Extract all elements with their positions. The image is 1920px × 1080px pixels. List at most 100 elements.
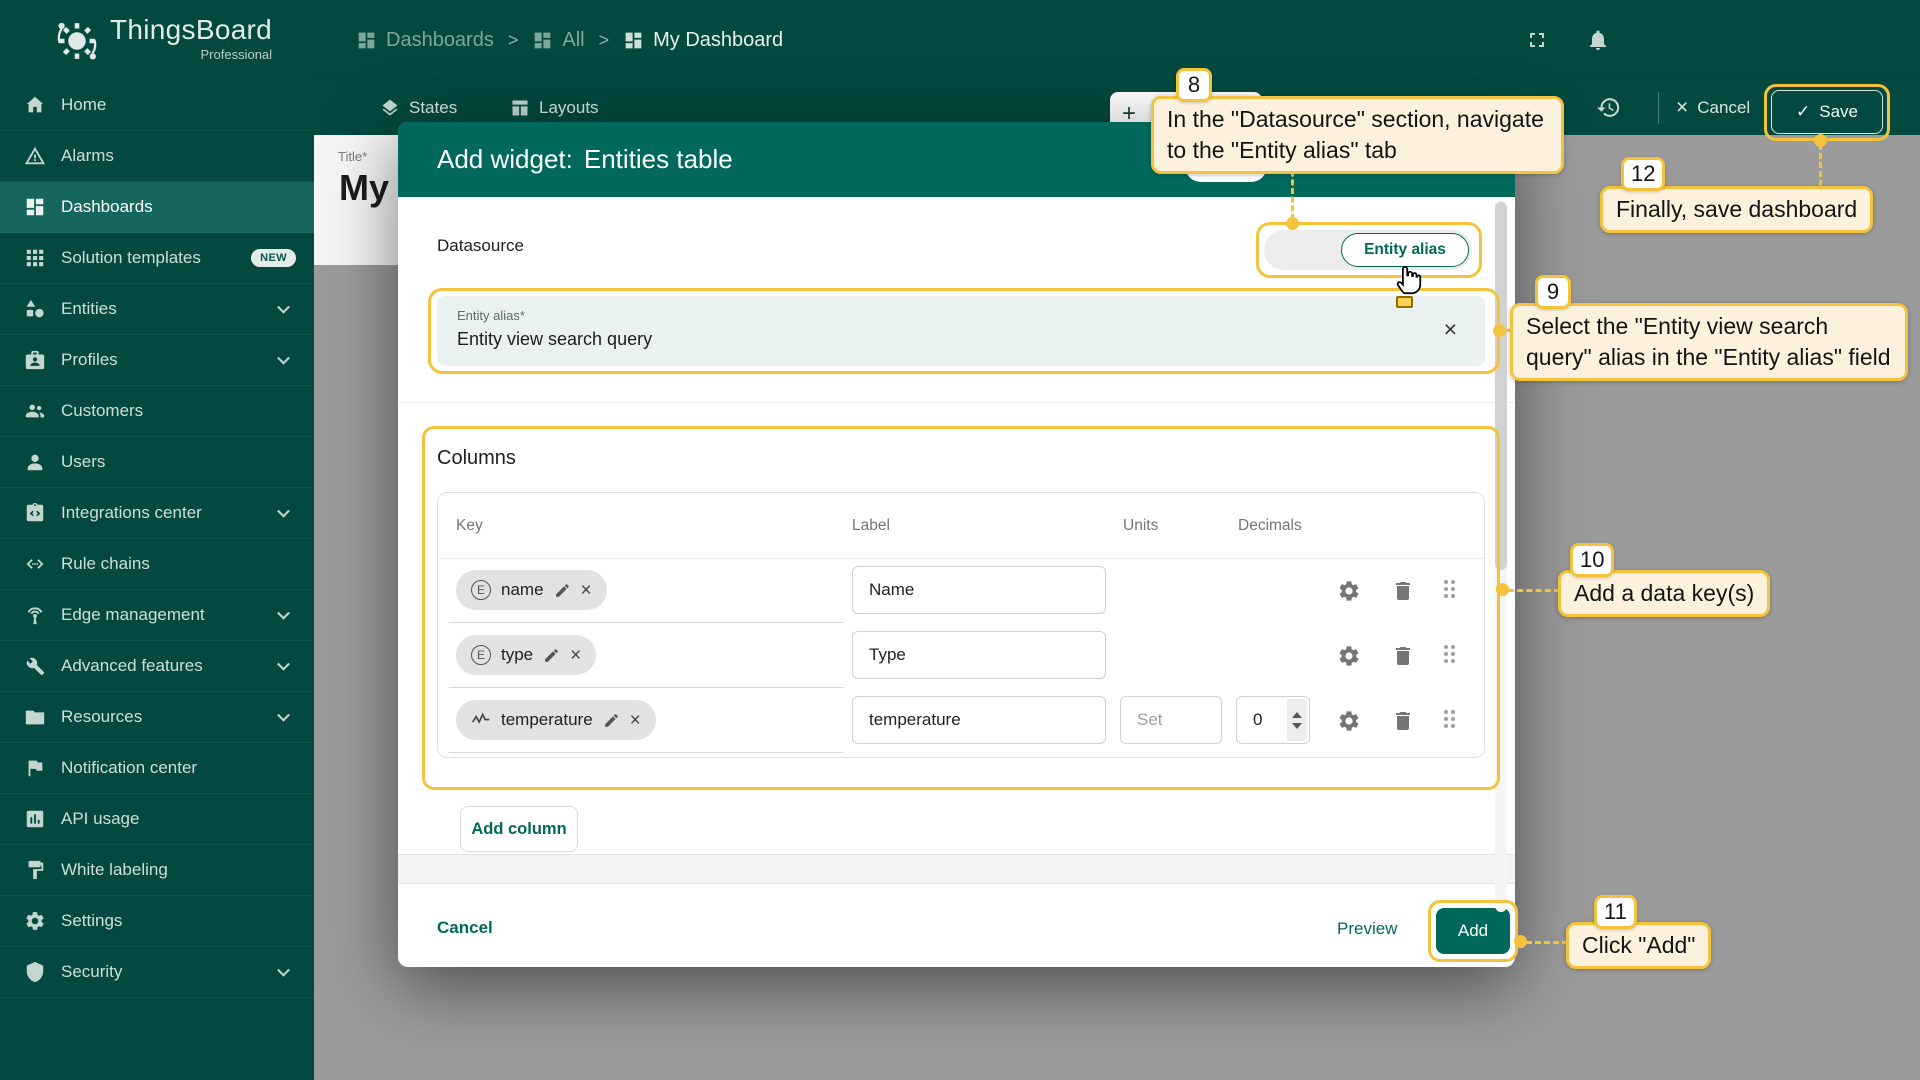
columns-section-label: Columns — [437, 447, 516, 469]
title-field-label: Title* — [338, 149, 368, 164]
sidebar-item-entities[interactable]: Entities — [0, 284, 314, 335]
sidebar-item-advanced-features[interactable]: Advanced features — [0, 641, 314, 692]
column-header-label: Label — [852, 516, 890, 534]
drag-handle[interactable] — [1444, 645, 1455, 663]
sidebar-item-edge-management[interactable]: Edge management — [0, 590, 314, 641]
tab-entity-alias[interactable]: Entity alias — [1341, 233, 1469, 267]
breadcrumb-my-dashboard[interactable]: My Dashboard — [623, 29, 783, 52]
chevron-down-icon — [277, 504, 290, 518]
cancel-dashboard-button[interactable]: × Cancel — [1676, 80, 1750, 135]
home-icon — [24, 94, 46, 116]
brand-subtitle: Professional — [200, 47, 273, 62]
save-dashboard-button[interactable]: ✓ Save — [1771, 90, 1883, 134]
entity-alias-field[interactable]: Entity alias* Entity view search query × — [437, 296, 1485, 366]
thingsboard-logo-icon — [52, 16, 102, 66]
history-button[interactable] — [1587, 86, 1629, 128]
callout-step8: In the "Datasource" section, navigate to… — [1151, 96, 1564, 174]
sidebar-item-dashboards[interactable]: Dashboards — [0, 182, 314, 233]
label-input[interactable]: Name — [852, 566, 1106, 614]
chevron-down-icon — [277, 963, 290, 977]
key-chip-temperature[interactable]: temperature × — [456, 700, 656, 740]
edit-icon[interactable] — [603, 712, 620, 729]
sidebar-item-settings[interactable]: Settings — [0, 896, 314, 947]
add-column-button[interactable]: Add column — [460, 806, 578, 852]
folder-icon — [24, 706, 46, 728]
key-chip-name[interactable]: E name × — [456, 570, 607, 610]
add-widget-dialog: Add widget: Entities table Datasource De… — [398, 122, 1515, 967]
clear-icon[interactable]: × — [1444, 318, 1457, 341]
sidebar-item-alarms[interactable]: Alarms — [0, 131, 314, 182]
key-chip-type[interactable]: E type × — [456, 635, 597, 675]
chevron-down-icon — [277, 708, 290, 722]
entity-field-icon: E — [471, 645, 491, 665]
row-settings-button[interactable] — [1337, 644, 1361, 668]
units-input[interactable]: Set — [1120, 696, 1222, 744]
step-badge-12: 12 — [1621, 157, 1666, 191]
grid-icon — [24, 247, 46, 269]
row-delete-button[interactable] — [1391, 644, 1415, 668]
datasource-type-toggle: Device Entity alias — [1264, 230, 1472, 270]
remove-key-icon[interactable]: × — [581, 581, 592, 600]
fullscreen-button[interactable] — [1516, 19, 1558, 61]
person-icon — [24, 451, 46, 473]
row-settings-button[interactable] — [1337, 579, 1361, 603]
chart-icon — [24, 808, 46, 830]
remove-key-icon[interactable]: × — [630, 711, 641, 730]
step-badge-9: 9 — [1535, 275, 1571, 309]
sidebar-item-profiles[interactable]: Profiles — [0, 335, 314, 386]
step-badge-8: 8 — [1176, 68, 1212, 102]
section-divider — [398, 402, 1515, 403]
sidebar: ThingsBoard Professional Home Alarms Das… — [0, 0, 314, 1080]
sidebar-nav: Home Alarms Dashboards Solution template… — [0, 80, 314, 998]
preview-button[interactable]: Preview — [1337, 919, 1397, 939]
stepper-arrows[interactable] — [1287, 699, 1307, 741]
drag-handle[interactable] — [1444, 710, 1455, 728]
toolbar-divider — [1658, 92, 1659, 124]
label-input[interactable]: Type — [852, 631, 1106, 679]
sidebar-item-rule-chains[interactable]: Rule chains — [0, 539, 314, 590]
row-settings-button[interactable] — [1337, 709, 1361, 733]
entity-alias-label: Entity alias* — [457, 308, 525, 323]
notifications-button[interactable] — [1577, 19, 1619, 61]
sidebar-item-notification-center[interactable]: Notification center — [0, 743, 314, 794]
sidebar-item-white-labeling[interactable]: White labeling — [0, 845, 314, 896]
antenna-icon — [24, 604, 46, 626]
code-icon — [24, 553, 46, 575]
column-header-decimals: Decimals — [1238, 516, 1302, 534]
dialog-scrollbar-thumb[interactable] — [1495, 202, 1507, 570]
breadcrumb-separator: > — [507, 29, 519, 50]
sidebar-item-customers[interactable]: Customers — [0, 386, 314, 437]
sidebar-item-integrations-center[interactable]: Integrations center — [0, 488, 314, 539]
dialog-cancel-button[interactable]: Cancel — [437, 918, 493, 938]
sidebar-item-api-usage[interactable]: API usage — [0, 794, 314, 845]
drag-handle[interactable] — [1444, 580, 1455, 598]
dialog-add-button[interactable]: Add — [1436, 908, 1510, 954]
sidebar-item-solution-templates[interactable]: Solution templates NEW — [0, 233, 314, 284]
decimals-stepper[interactable]: 0 — [1236, 696, 1310, 744]
chevron-down-icon — [277, 300, 290, 314]
row-divider — [449, 752, 844, 753]
breadcrumb-all[interactable]: All — [532, 29, 585, 52]
breadcrumb-dashboards[interactable]: Dashboards — [356, 29, 494, 52]
callout-step10: Add a data key(s) — [1558, 570, 1771, 617]
sidebar-item-resources[interactable]: Resources — [0, 692, 314, 743]
edit-icon[interactable] — [543, 647, 560, 664]
column-header-key: Key — [456, 516, 483, 534]
remove-key-icon[interactable]: × — [570, 646, 581, 665]
callout-step9: Select the "Entity view search query" al… — [1510, 303, 1908, 381]
sidebar-item-users[interactable]: Users — [0, 437, 314, 488]
edit-icon[interactable] — [554, 582, 571, 599]
logo[interactable]: ThingsBoard Professional — [0, 0, 314, 80]
sidebar-item-security[interactable]: Security — [0, 947, 314, 998]
column-header-units: Units — [1123, 516, 1159, 534]
bell-icon — [1586, 28, 1610, 52]
row-delete-button[interactable] — [1391, 709, 1415, 733]
layout-icon — [510, 98, 530, 118]
dashboards-icon — [24, 196, 46, 218]
new-badge: NEW — [251, 249, 296, 267]
top-header: Dashboards > All > My Dashboard John Doe… — [314, 0, 1920, 80]
label-input[interactable]: temperature — [852, 696, 1106, 744]
shapes-icon — [24, 298, 46, 320]
row-delete-button[interactable] — [1391, 579, 1415, 603]
sidebar-item-home[interactable]: Home — [0, 80, 314, 131]
